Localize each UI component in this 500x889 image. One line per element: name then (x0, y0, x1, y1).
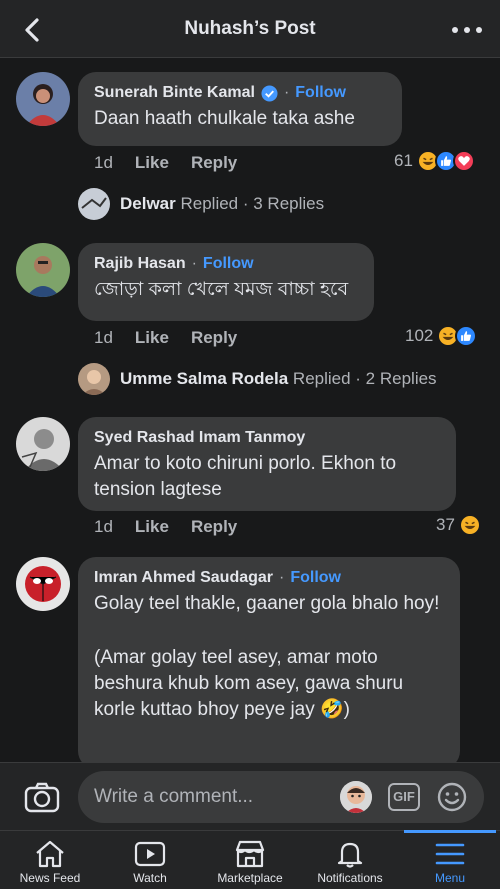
reply-avatar (78, 188, 110, 220)
tab-watch[interactable]: Watch (100, 831, 200, 889)
love-reaction-icon (452, 150, 475, 172)
reaction-summary[interactable]: 37 (436, 514, 481, 536)
comment-text: Golay teel thakle, gaaner gola bhalo hoy… (94, 593, 440, 614)
like-button[interactable]: Like (135, 153, 169, 173)
comment-bubble: Syed Rashad Imam Tanmoy Amar to koto chi… (78, 417, 456, 511)
reaction-count: 102 (405, 326, 434, 345)
commenter-name[interactable]: Sunerah Binte Kamal (94, 84, 255, 102)
comment-bubble: Imran Ahmed Saudagar · Follow Golay teel… (78, 557, 460, 769)
comment-text: Amar to koto chiruni porlo. Ekhon to ten… (94, 453, 397, 500)
comment-text: জোড়া কলা খেলে যমজ বাচ্চা হবে (94, 279, 349, 300)
comment-actions: 1d Like Reply (94, 517, 237, 537)
reaction-summary[interactable]: 102 (405, 325, 478, 347)
comment-text: (Amar golay teel asey, amar moto beshura… (94, 647, 404, 720)
tab-label: Notifications (317, 871, 383, 885)
tab-label: Menu (434, 871, 466, 885)
haha-reaction-icon (458, 514, 481, 536)
bottom-tab-bar: News Feed Watch Marketplace Notification… (0, 830, 500, 889)
commenter-name[interactable]: Syed Rashad Imam Tanmoy (94, 429, 305, 447)
avatar[interactable] (16, 243, 70, 297)
like-button[interactable]: Like (135, 517, 169, 537)
marketplace-icon (235, 840, 265, 868)
gif-button[interactable]: GIF (388, 783, 420, 811)
reply-author: Umme Salma Rodela (120, 369, 289, 388)
replies-summary[interactable]: Umme Salma Rodela Replied · 2 Replies (78, 363, 437, 395)
header: Nuhash’s Post (0, 0, 500, 58)
comment-time: 1d (94, 153, 113, 172)
comment-actions: 1d Like Reply (94, 153, 237, 173)
avatar[interactable] (16, 557, 70, 611)
page-title: Nuhash’s Post (184, 18, 316, 39)
like-reaction-icon (455, 325, 478, 347)
reply-button[interactable]: Reply (191, 328, 237, 348)
comment-input[interactable]: Write a comment... GIF (78, 771, 484, 823)
tab-notifications[interactable]: Notifications (300, 831, 400, 889)
follow-button[interactable]: Follow (203, 255, 254, 273)
emoji-icon[interactable] (436, 781, 468, 813)
reaction-count: 61 (394, 151, 413, 170)
reply-button[interactable]: Reply (191, 153, 237, 173)
reply-count: Replied · 3 Replies (180, 194, 325, 213)
follow-button[interactable]: Follow (290, 569, 341, 587)
tab-news-feed[interactable]: News Feed (0, 831, 100, 889)
like-button[interactable]: Like (135, 328, 169, 348)
comment-bubble: Rajib Hasan · Follow জোড়া কলা খেলে যমজ … (78, 243, 374, 321)
menu-icon (435, 843, 465, 865)
avatar-sticker-icon[interactable] (340, 781, 372, 813)
comment-composer: Write a comment... GIF (0, 762, 500, 830)
commenter-name[interactable]: Rajib Hasan (94, 255, 186, 273)
reply-button[interactable]: Reply (191, 517, 237, 537)
camera-icon[interactable] (24, 781, 60, 813)
follow-button[interactable]: Follow (295, 84, 346, 102)
tab-menu[interactable]: Menu (400, 830, 500, 889)
comment-time: 1d (94, 328, 113, 347)
comment-placeholder: Write a comment... (94, 786, 254, 807)
commenter-name[interactable]: Imran Ahmed Saudagar (94, 569, 273, 587)
comment-actions: 1d Like Reply (94, 328, 237, 348)
home-icon (36, 840, 64, 868)
comment-bubble: Sunerah Binte Kamal · Follow Daan haath … (78, 72, 402, 146)
reply-count: Replied · 2 Replies (292, 369, 437, 388)
verified-badge-icon (261, 84, 278, 102)
tab-label: News Feed (19, 871, 81, 885)
watch-icon (134, 841, 166, 867)
comment-time: 1d (94, 517, 113, 536)
reply-avatar (78, 363, 110, 395)
reply-author: Delwar (120, 194, 176, 213)
bell-icon (337, 842, 363, 868)
tab-label: Watch (133, 871, 167, 885)
more-options-icon[interactable] (452, 18, 482, 42)
tab-label: Marketplace (217, 871, 283, 885)
replies-summary[interactable]: Delwar Replied · 3 Replies (78, 188, 324, 220)
avatar[interactable] (16, 72, 70, 126)
comment-text: Daan haath chulkale taka ashe (94, 108, 355, 129)
reaction-count: 37 (436, 515, 455, 534)
avatar[interactable] (16, 417, 70, 471)
reaction-summary[interactable]: 61 (394, 150, 475, 172)
tab-marketplace[interactable]: Marketplace (200, 831, 300, 889)
